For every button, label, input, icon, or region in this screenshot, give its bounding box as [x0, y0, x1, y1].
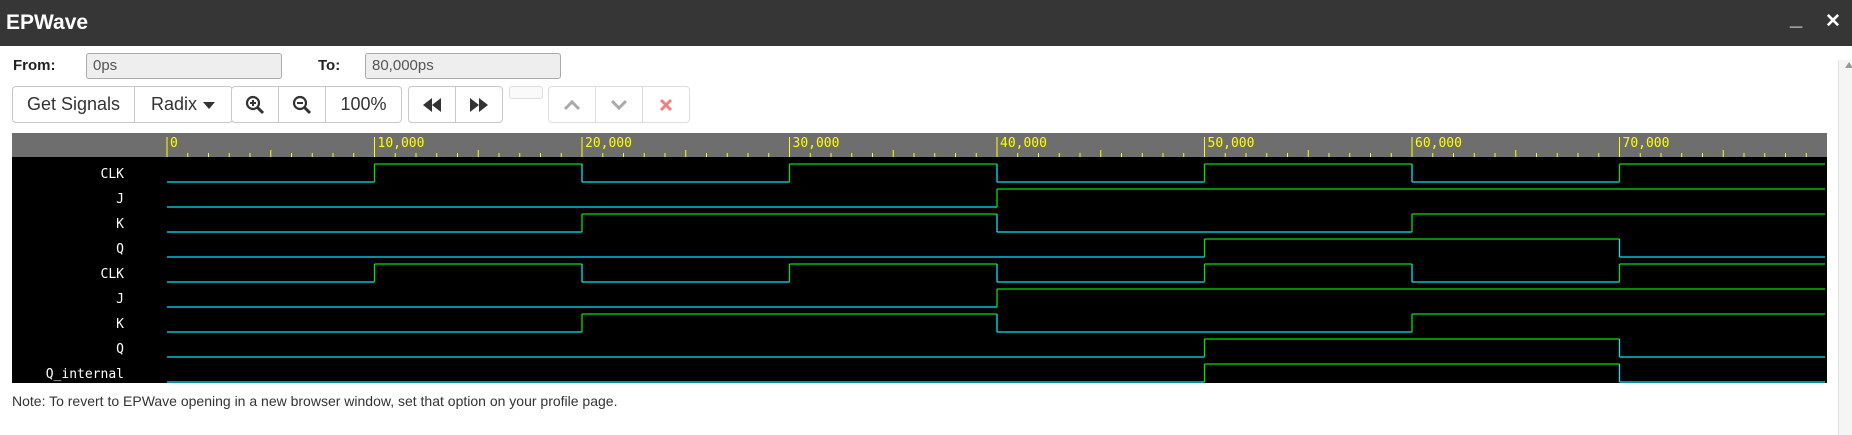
get-signals-button[interactable]: Get Signals [13, 87, 135, 122]
from-label: From: [13, 57, 56, 74]
move-up-button[interactable] [549, 87, 596, 122]
rewind-icon [423, 97, 441, 112]
ruler-tick-label: 50,000 [1208, 136, 1255, 151]
window-title: EPWave [6, 11, 89, 34]
signal-name[interactable]: CLK [101, 167, 125, 182]
waveform-viewer[interactable]: 0 10,000 20,000 30,000 40,000 50,000 60,000 70,… [12, 133, 1827, 383]
signal-name[interactable]: J [116, 192, 124, 207]
ruler-tick-label: 60,000 [1415, 136, 1462, 151]
nav-button-group [408, 86, 503, 123]
ruler-tick-label: 20,000 [585, 136, 632, 151]
zoom-out-button[interactable] [279, 87, 326, 122]
zoom-level-button[interactable]: 100% [326, 87, 401, 122]
signal-name[interactable]: Q_internal [46, 367, 124, 382]
signal-name[interactable]: K [116, 317, 124, 332]
radix-button[interactable]: Radix [135, 87, 232, 122]
move-down-button[interactable] [596, 87, 643, 122]
blank-button[interactable] [509, 86, 543, 99]
scroll-up-arrow-icon[interactable] [1845, 62, 1852, 68]
edit-button-group [548, 86, 690, 123]
from-field[interactable]: 0ps [86, 53, 282, 79]
ruler-tick-label: 40,000 [1000, 136, 1047, 151]
chevron-down-icon [610, 99, 628, 110]
signal-button-group: Get Signals Radix [12, 86, 233, 123]
title-bar: EPWave _ ✕ [0, 0, 1852, 46]
ruler-tick-label: 30,000 [793, 136, 840, 151]
zoom-in-button[interactable] [232, 87, 279, 122]
signal-name[interactable]: CLK [101, 267, 125, 282]
zoom-in-icon [245, 95, 265, 114]
page-scrollbar[interactable] [1838, 60, 1852, 435]
signal-name[interactable]: Q [116, 342, 124, 357]
ruler-tick-label: 0 [170, 136, 178, 151]
caret-down-icon [203, 101, 216, 109]
ruler-tick-label: 10,000 [378, 136, 425, 151]
close-icon[interactable]: ✕ [1825, 10, 1841, 34]
radix-label: Radix [150, 94, 198, 114]
ruler-tick-label: 70,000 [1623, 136, 1670, 151]
signal-name[interactable]: J [116, 292, 124, 307]
rewind-button[interactable] [409, 87, 456, 122]
fast-forward-icon [470, 97, 488, 112]
note-text: Note: To revert to EPWave opening in a n… [12, 393, 618, 409]
to-label: To: [318, 57, 341, 74]
chevron-up-icon [563, 99, 581, 110]
time-ruler[interactable] [12, 133, 1827, 157]
close-icon [659, 98, 673, 111]
minimize-icon[interactable]: _ [1790, 6, 1802, 30]
delete-button[interactable] [643, 87, 689, 122]
signal-name[interactable]: K [116, 217, 124, 232]
zoom-button-group: 100% [231, 86, 402, 123]
waveform-canvas[interactable]: 0 10,000 20,000 30,000 40,000 50,000 60,000 70,… [12, 133, 1827, 383]
zoom-out-icon [292, 95, 312, 114]
signal-name[interactable]: Q [116, 242, 124, 257]
fast-forward-button[interactable] [456, 87, 502, 122]
to-field[interactable]: 80,000ps [365, 53, 561, 79]
